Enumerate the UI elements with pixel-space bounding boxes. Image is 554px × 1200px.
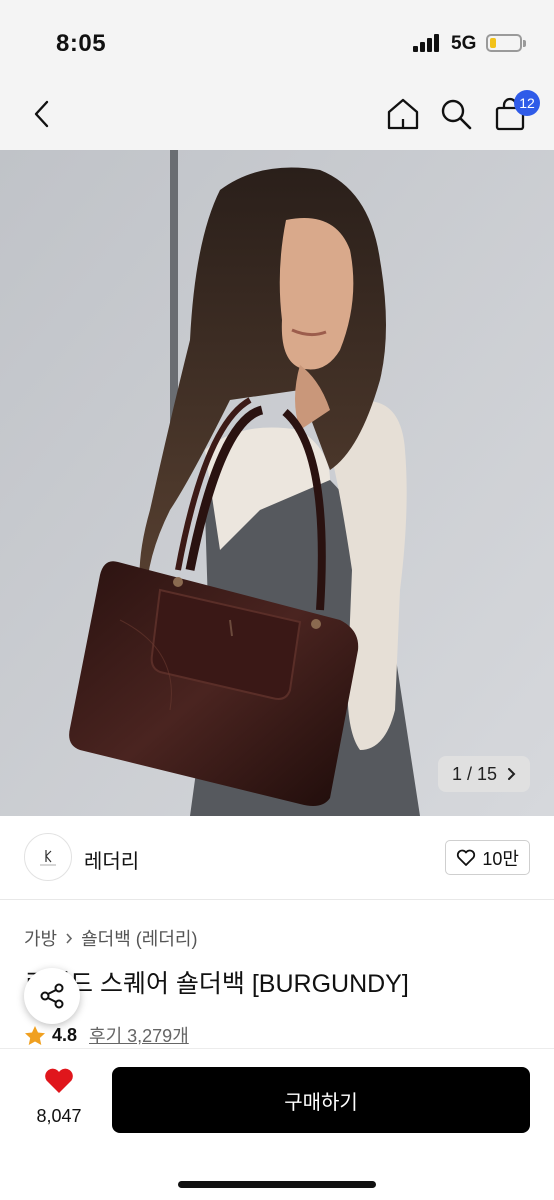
bottom-action-bar: 8,047 구매하기 <box>0 1048 554 1200</box>
share-button[interactable] <box>24 968 80 1024</box>
network-label: 5G <box>451 33 477 54</box>
brand-name[interactable]: 레더리 <box>84 845 139 874</box>
nav-bar: 12 <box>0 80 554 150</box>
search-icon <box>441 99 472 130</box>
home-button[interactable] <box>381 92 425 136</box>
cart-count-badge: 12 <box>514 90 540 116</box>
chevron-right-icon <box>508 768 516 780</box>
status-bar: 8:05 5G <box>0 0 554 80</box>
battery-icon <box>486 34 526 52</box>
image-counter-text: 1 / 15 <box>451 764 497 784</box>
brand-like-count: 10만 <box>482 848 519 869</box>
brand-row[interactable]: 레더리 10만 <box>0 816 554 900</box>
brand-logo[interactable] <box>24 833 72 881</box>
status-time: 8:05 <box>56 30 107 57</box>
product-title: 로렌드 스퀘어 숄더백 [BURGUNDY] <box>24 970 409 998</box>
brand-like-button[interactable]: 10만 <box>445 840 530 875</box>
breadcrumb: 가방 숄더백 (레더리) <box>24 925 197 951</box>
image-counter[interactable]: 1 / 15 <box>437 756 530 792</box>
review-link[interactable]: 후기 3,279개 <box>89 1022 189 1048</box>
product-image-carousel[interactable]: 1 / 15 <box>0 150 554 816</box>
breadcrumb-item[interactable]: 가방 <box>24 925 57 951</box>
heart-filled-icon <box>45 1068 73 1093</box>
back-button[interactable] <box>20 92 64 136</box>
star-icon <box>25 1025 45 1045</box>
heart-outline-icon <box>457 849 476 866</box>
share-icon <box>40 983 64 1009</box>
chevron-right-icon <box>66 932 73 944</box>
home-indicator <box>178 1181 376 1188</box>
wishlist-count: 8,047 <box>36 1106 82 1126</box>
wishlist-button[interactable]: 8,047 <box>24 1067 94 1127</box>
cart-button[interactable]: 12 <box>488 90 540 136</box>
brand-logo-icon <box>40 850 56 866</box>
search-button[interactable] <box>434 92 478 136</box>
product-photo <box>0 150 554 816</box>
breadcrumb-item[interactable]: 숄더백 (레더리) <box>81 925 197 951</box>
back-arrow-icon <box>34 100 49 128</box>
buy-button[interactable]: 구매하기 <box>112 1067 530 1133</box>
rating-row: 4.8 후기 3,279개 <box>24 1022 189 1048</box>
rating-value: 4.8 <box>52 1024 78 1045</box>
home-icon <box>387 98 419 130</box>
signal-icon <box>413 34 443 52</box>
